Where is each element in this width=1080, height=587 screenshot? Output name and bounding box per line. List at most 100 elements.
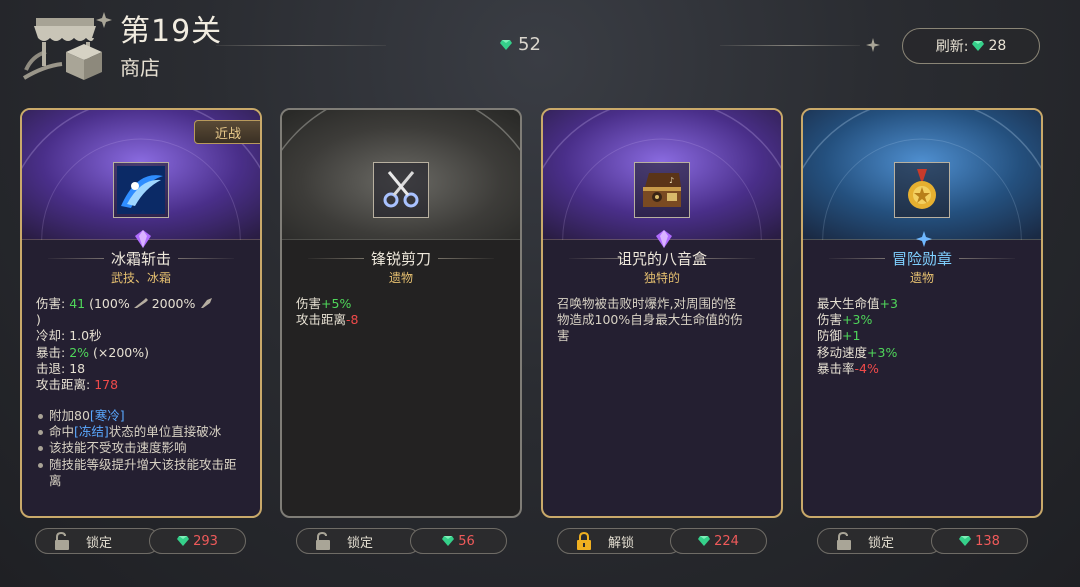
stat-label: 攻击距离: [296, 312, 347, 328]
refresh-button[interactable]: 刷新: 28: [902, 28, 1040, 64]
price-value: 293: [193, 533, 218, 549]
stat-label: 移动速度: [817, 344, 868, 360]
stat-value: 2%: [69, 344, 90, 360]
stat-value: +3: [879, 296, 898, 311]
buy-button[interactable]: 138: [931, 528, 1028, 554]
stat-label: 最大生命值: [817, 296, 880, 311]
effect-text: 附加80: [49, 408, 90, 423]
effect-line: 该技能不受攻击速度影响: [36, 440, 241, 456]
gem-balance: 52: [500, 34, 541, 55]
lock-button[interactable]: 锁定: [817, 528, 942, 554]
item-type: 遗物: [909, 271, 934, 285]
stat-detail: (100%: [89, 296, 130, 311]
stat-value: +5%: [321, 296, 352, 311]
stat-range: 攻击距离: 178: [36, 377, 213, 393]
unlock-button[interactable]: 解锁: [557, 528, 682, 554]
item-name: 诅咒的八音盒: [616, 250, 707, 268]
effect-line: 随技能等级提升增大该技能攻击距离: [36, 457, 241, 489]
shop-stall-icon: [22, 12, 112, 80]
refresh-cost: 28: [988, 38, 1007, 54]
refresh-label: 刷新:: [935, 39, 969, 55]
stat-line: 暴击率-4%: [817, 361, 898, 377]
item-name: 锋锐剪刀: [370, 250, 431, 268]
stat-label: 暴击率: [817, 360, 855, 376]
gem-icon: [442, 536, 455, 546]
stat-label: 击退:: [36, 360, 66, 376]
relic-icon-frame: [894, 162, 950, 218]
price-value: 224: [714, 533, 739, 549]
sparkle-icon: [866, 38, 880, 52]
shop-card-frost-slash[interactable]: 近战 冰霜斩击 武技、冰霜 伤害: 41 (100% 2000% ) 冷却: 1…: [20, 108, 262, 518]
stat-label: 伤害: [817, 312, 843, 328]
scissors-icon: [383, 171, 419, 208]
rarity-gem-icon: [135, 230, 151, 248]
stat-label: 冷却:: [36, 328, 66, 344]
stat-line: 最大生命值+3: [817, 296, 898, 312]
shop-header: 第19关 商店 52 刷新: 28: [0, 0, 1080, 100]
buy-button[interactable]: 56: [410, 528, 507, 554]
stat-cooldown: 冷却: 1.0秒: [36, 328, 213, 344]
item-name: 冒险勋章: [891, 250, 952, 268]
stat-value: -8: [346, 312, 359, 328]
stat-detail: (×200%): [93, 344, 149, 360]
buy-button[interactable]: 293: [149, 528, 246, 554]
stat-value: +3%: [842, 312, 873, 328]
gem-icon: [698, 536, 711, 546]
price-value: 56: [458, 533, 475, 549]
stat-detail: ): [36, 312, 41, 328]
stat-label: 暴击:: [36, 344, 66, 360]
shop-title: 商店: [120, 56, 160, 80]
lock-label: 锁定: [86, 536, 113, 551]
shop-card-sharp-scissors[interactable]: 锋锐剪刀 遗物 伤害+5% 攻击距离-8: [280, 108, 522, 518]
unlocked-icon: [837, 532, 851, 550]
lock-button[interactable]: 锁定: [296, 528, 421, 554]
item-type: 武技、冰霜: [110, 271, 171, 285]
level-title: 第19关: [120, 14, 223, 49]
stat-line: 伤害+3%: [817, 312, 898, 328]
stat-value: 1.0秒: [69, 328, 102, 344]
weapon-icon: [133, 298, 148, 308]
stat-line: 移动速度+3%: [817, 345, 898, 361]
shop-card-adventure-medal[interactable]: 冒险勋章 遗物 最大生命值+3 伤害+3% 防御+1 移动速度+3% 暴击率-4…: [801, 108, 1043, 518]
buy-button[interactable]: 224: [670, 528, 767, 554]
gem-icon: [177, 536, 190, 546]
effect-line: 命中[冻结]状态的单位直接破冰: [36, 424, 241, 440]
gem-icon: [972, 41, 985, 51]
blade-icon: [201, 298, 213, 308]
stat-line: 攻击距离-8: [296, 312, 358, 328]
stat-crit: 暴击: 2% (×200%): [36, 345, 213, 361]
header-divider: [720, 45, 860, 46]
rarity-gem-icon: [656, 230, 672, 248]
relic-icon-frame: ♪: [634, 162, 690, 218]
stat-value: +1: [842, 328, 861, 344]
stat-value: 18: [69, 360, 86, 376]
lock-label: 锁定: [868, 536, 895, 551]
stat-value: +3%: [867, 344, 898, 360]
item-stats: 伤害+5% 攻击距离-8: [296, 296, 358, 328]
item-stats: 最大生命值+3 伤害+3% 防御+1 移动速度+3% 暴击率-4%: [817, 296, 898, 377]
header-divider: [216, 45, 386, 46]
gem-icon: [500, 39, 512, 50]
medal-icon: [908, 169, 936, 209]
stat-knockback: 击退: 18: [36, 361, 213, 377]
stat-line: 伤害+5%: [296, 296, 358, 312]
lock-icon: [577, 532, 591, 550]
stat-value: 41: [69, 296, 86, 311]
shop-card-cursed-music-box[interactable]: ♪ 诅咒的八音盒 独特的 召唤物被击败时爆炸,对周围的怪物造成100%自身最大生…: [541, 108, 783, 518]
effect-text: 命中: [49, 424, 75, 440]
stat-value: 178: [94, 377, 119, 393]
skill-icon-frame: [113, 162, 169, 218]
stat-line: 防御+1: [817, 328, 898, 344]
stat-detail: 2000%: [151, 296, 196, 311]
lock-label: 锁定: [347, 536, 374, 551]
stat-label: 伤害: [296, 296, 322, 311]
price-value: 138: [975, 533, 1000, 549]
stat-label: 防御: [817, 328, 843, 344]
frost-slash-icon: [117, 166, 165, 214]
stat-value: -4%: [854, 360, 879, 376]
item-type: 遗物: [388, 271, 413, 285]
gem-balance-value: 52: [518, 34, 541, 55]
unlocked-icon: [55, 532, 69, 550]
lock-button[interactable]: 锁定: [35, 528, 160, 554]
stat-label: 伤害:: [36, 296, 66, 311]
